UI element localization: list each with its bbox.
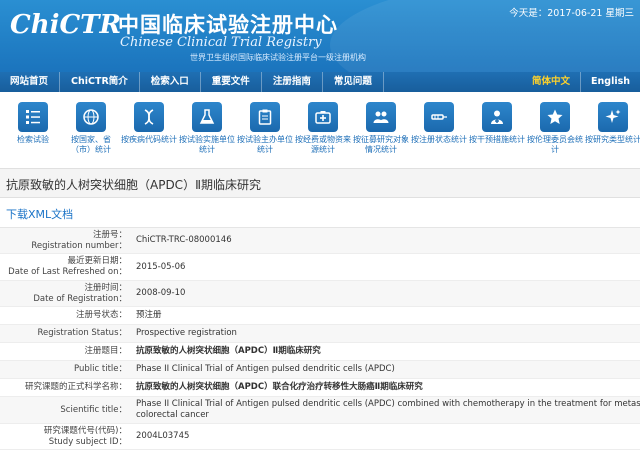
icon-by-disease[interactable]: 按疾病代码统计 <box>120 102 178 168</box>
nav-home[interactable]: 网站首页 <box>0 72 61 92</box>
row-label: 最近更新日期： Date of Last Refreshed on： <box>8 256 127 277</box>
stats-icon-bar: 检索试验 按国家、省（市）统计 按疾病代码统计 按试验实施单位统计 按试验主办单… <box>0 92 640 168</box>
page-title: 抗原致敏的人树突状细胞（APDC）Ⅱ期临床研究 <box>6 178 261 192</box>
flask-icon <box>192 102 222 132</box>
row-value: 预注册 <box>136 310 162 320</box>
row-label: 注册号： Registration number： <box>31 229 127 251</box>
icon-label: 检索试验 <box>17 135 49 144</box>
clipboard-icon <box>250 102 280 132</box>
table-row: 最近更新日期： Date of Last Refreshed on： 2015-0… <box>0 254 640 281</box>
icon-search-trials[interactable]: 检索试验 <box>4 102 62 168</box>
star-icon <box>540 102 570 132</box>
row-label: Scientific title： <box>60 404 127 415</box>
site-subtitle: 世界卫生组织国际临床试验注册平台一级注册机构 <box>190 53 366 62</box>
globe-icon <box>76 102 106 132</box>
row-label: 研究课题代号(代码)： Study subject ID： <box>43 425 127 447</box>
logo-text: ChiCTR <box>10 10 122 40</box>
nav-documents[interactable]: 重要文件 <box>201 72 262 92</box>
icon-label: 按国家、省（市）统计 <box>71 135 111 154</box>
site-header: ChiCTR 中国临床试验注册中心 Chinese Clinical Trial… <box>0 0 640 72</box>
syringe-icon <box>424 102 454 132</box>
row-label: Registration Status： <box>37 328 127 338</box>
main-nav: 网站首页 ChiCTR简介 检索入口 重要文件 注册指南 常见问题 简体中文 E… <box>0 72 640 92</box>
chictr-logo[interactable]: ChiCTR <box>10 10 121 40</box>
table-row: Registration Status： Prospective registr… <box>0 325 640 343</box>
icon-label: 按注册状态统计 <box>411 135 467 144</box>
icon-label: 按研究类型统计 <box>585 135 640 144</box>
icon-by-status[interactable]: 按注册状态统计 <box>410 102 468 168</box>
title-bar: 抗原致敏的人树突状细胞（APDC）Ⅱ期临床研究 <box>0 168 640 198</box>
table-row: 研究课题代号(代码)： Study subject ID： 2004L03745 <box>0 424 640 450</box>
icon-label: 按征募研究对象情况统计 <box>353 135 409 154</box>
row-value: 抗原致敏的人树突状细胞（APDC）联合化疗治疗转移性大肠癌Ⅱ期临床研究 <box>136 382 423 392</box>
icon-by-funding[interactable]: 按经费或物资来源统计 <box>294 102 352 168</box>
doctor-icon <box>482 102 512 132</box>
icon-by-intervention[interactable]: 按干预措施统计 <box>468 102 526 168</box>
lang-chinese[interactable]: 简体中文 <box>522 72 580 92</box>
icon-label: 按伦理委员会统计 <box>527 135 583 154</box>
row-value: Phase II Clinical Trial of Antigen pulse… <box>136 399 640 420</box>
table-row: 注册号： Registration number： ChiCTR-TRC-0800… <box>0 228 640 254</box>
row-value: 2004L03745 <box>136 431 190 441</box>
dna-icon <box>134 102 164 132</box>
medkit-icon <box>308 102 338 132</box>
icon-by-study-type[interactable]: 按研究类型统计 <box>584 102 640 168</box>
site-name-en: Chinese Clinical Trial Registry <box>120 35 322 50</box>
nav-faq[interactable]: 常见问题 <box>323 72 384 92</box>
row-label: Public title： <box>74 364 127 374</box>
nav-about[interactable]: ChiCTR简介 <box>60 72 140 92</box>
table-row: 注册号状态： 预注册 <box>0 307 640 325</box>
sparkle-icon <box>598 102 628 132</box>
row-value: Phase II Clinical Trial of Antigen pulse… <box>136 364 395 374</box>
nav-guide[interactable]: 注册指南 <box>262 72 323 92</box>
row-label: 研究课题的正式科学名称： <box>24 382 127 392</box>
row-label: 注册题目： <box>84 346 127 356</box>
icon-by-sponsor[interactable]: 按试验主办单位统计 <box>236 102 294 168</box>
icon-by-ethics[interactable]: 按伦理委员会统计 <box>526 102 584 168</box>
trial-detail-table: 注册号： Registration number： ChiCTR-TRC-0800… <box>0 227 640 450</box>
table-row: 注册时间： Date of Registration： 2008-09-10 <box>0 281 640 307</box>
table-row: Scientific title： Phase II Clinical Tria… <box>0 397 640 424</box>
lang-english[interactable]: English <box>580 72 640 92</box>
nav-search[interactable]: 检索入口 <box>140 72 201 92</box>
download-xml-link[interactable]: 下载XML文档 <box>6 206 73 222</box>
current-date: 今天是：2017-06-21 星期三 <box>509 8 634 19</box>
icon-by-recruitment[interactable]: 按征募研究对象情况统计 <box>352 102 410 168</box>
row-value: Prospective registration <box>136 328 237 338</box>
people-icon <box>366 102 396 132</box>
row-value: ChiCTR-TRC-08000146 <box>136 235 232 245</box>
table-row: 研究课题的正式科学名称： 抗原致敏的人树突状细胞（APDC）联合化疗治疗转移性大… <box>0 379 640 397</box>
icon-label: 按干预措施统计 <box>469 135 525 144</box>
row-value: 2015-05-06 <box>136 261 186 272</box>
icon-label: 按疾病代码统计 <box>121 135 177 144</box>
row-label: 注册时间： Date of Registration： <box>33 282 127 304</box>
icon-label: 按试验主办单位统计 <box>237 135 293 154</box>
row-value: 抗原致敏的人树突状细胞（APDC）Ⅱ期临床研究 <box>136 346 321 356</box>
icon-by-institution[interactable]: 按试验实施单位统计 <box>178 102 236 168</box>
list-icon <box>18 102 48 132</box>
row-label: 注册号状态： <box>75 310 127 320</box>
table-row: Public title： Phase II Clinical Trial of… <box>0 361 640 379</box>
icon-by-country[interactable]: 按国家、省（市）统计 <box>62 102 120 168</box>
table-row: 注册题目： 抗原致敏的人树突状细胞（APDC）Ⅱ期临床研究 <box>0 343 640 361</box>
row-value: 2008-09-10 <box>136 288 186 298</box>
icon-label: 按经费或物资来源统计 <box>295 135 351 154</box>
icon-label: 按试验实施单位统计 <box>179 135 235 154</box>
